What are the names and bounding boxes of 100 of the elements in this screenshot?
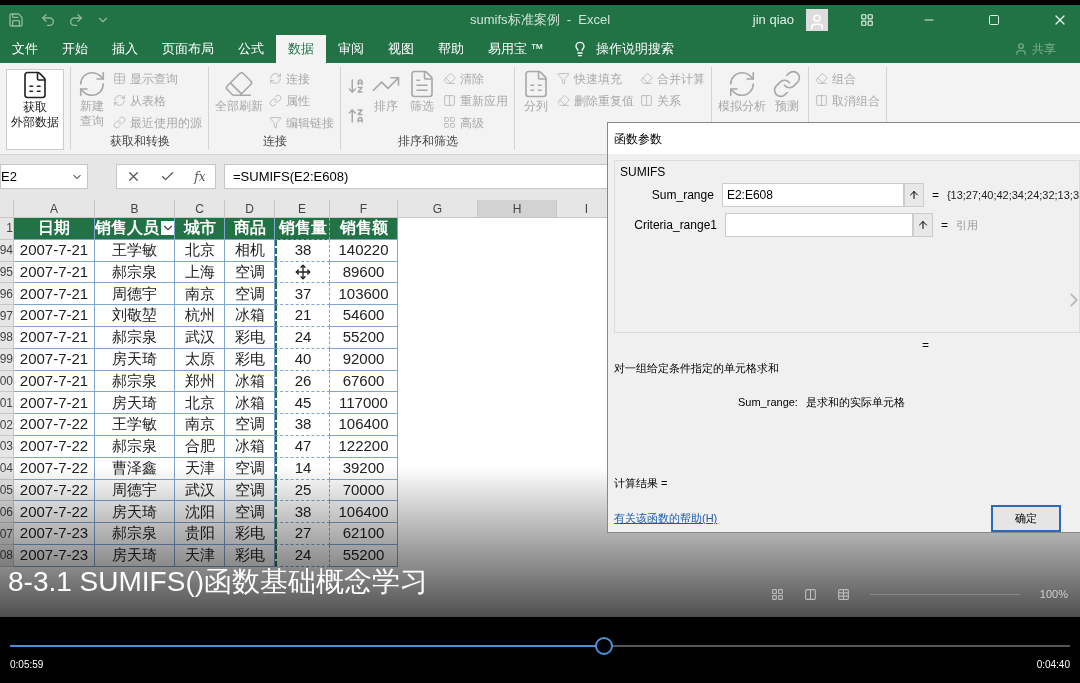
- ribbon-display-icon[interactable]: [860, 13, 874, 27]
- table-cell: 王学敏: [95, 239, 175, 262]
- table-cell: 106400: [330, 501, 398, 524]
- eraser-icon: [815, 72, 828, 85]
- table-cell: 103600: [330, 283, 398, 306]
- undo-icon[interactable]: [40, 12, 56, 28]
- progress-thumb[interactable]: [594, 637, 613, 655]
- row-header[interactable]: 96: [0, 283, 14, 306]
- row-header[interactable]: 03: [0, 435, 14, 458]
- equals-sign: =: [922, 336, 930, 354]
- row-header[interactable]: 06: [0, 501, 14, 524]
- column-header[interactable]: B: [95, 200, 175, 217]
- table-cell: 冰箱: [225, 435, 275, 458]
- row-header[interactable]: 07: [0, 523, 14, 545]
- refresh-icon: [77, 69, 107, 99]
- header-cell: 商品: [225, 218, 275, 240]
- redo-icon[interactable]: [68, 12, 84, 28]
- row-header[interactable]: 97: [0, 305, 14, 327]
- save-icon[interactable]: [8, 12, 24, 28]
- row-header[interactable]: 00: [0, 370, 14, 393]
- columns-icon: [443, 94, 456, 107]
- column-header[interactable]: F: [330, 200, 398, 217]
- row-header[interactable]: 99: [0, 348, 14, 371]
- table-cell: 武汉: [175, 327, 225, 349]
- maximize-icon[interactable]: [988, 14, 1000, 26]
- table-cell: 55200: [330, 544, 398, 567]
- column-header[interactable]: E: [275, 200, 330, 217]
- table-cell: 106400: [330, 414, 398, 436]
- table-cell: 合肥: [175, 435, 225, 458]
- user-name: jin qiao: [752, 11, 794, 30]
- argument-field[interactable]: E2:E608: [721, 183, 905, 207]
- row-header[interactable]: 98: [0, 327, 14, 349]
- argument-help-label: Sum_range:: [738, 395, 798, 410]
- table-cell: 2007-7-21: [14, 283, 95, 306]
- table-cell: 45: [275, 392, 330, 415]
- table-cell: 郑州: [175, 370, 225, 393]
- table-cell: 南京: [175, 414, 225, 436]
- ribbon-tab[interactable]: 插入: [100, 35, 150, 63]
- row-header[interactable]: 02: [0, 414, 14, 436]
- refresh-icon: [113, 94, 126, 107]
- eraser-icon: [443, 72, 456, 85]
- ok-button[interactable]: 确定: [991, 505, 1062, 532]
- collapse-dialog-button[interactable]: [904, 183, 924, 207]
- column-header[interactable]: C: [175, 200, 225, 217]
- argument-label: Criteria_range1: [633, 217, 718, 234]
- ribbon-tab[interactable]: 视图: [376, 35, 426, 63]
- ribbon-button[interactable]: 获取 外部数据: [6, 69, 64, 150]
- header-cell: 城市: [175, 218, 225, 240]
- ribbon-tab[interactable]: 文件: [0, 35, 50, 63]
- table-cell: 郝宗泉: [95, 261, 175, 284]
- argument-field[interactable]: [725, 213, 913, 237]
- ribbon-tab[interactable]: 审阅: [326, 35, 376, 63]
- table-cell: 空调: [225, 457, 275, 480]
- table-cell: 房天琦: [95, 348, 175, 371]
- ribbon-tab[interactable]: 数据: [276, 35, 326, 63]
- table-cell: 2007-7-22: [14, 501, 95, 524]
- insert-function-button[interactable]: fx: [194, 167, 206, 186]
- table-cell: 122200: [330, 435, 398, 458]
- column-header[interactable]: D: [225, 200, 275, 217]
- help-link[interactable]: 有关该函数的帮助(H): [614, 510, 718, 527]
- table-cell: 房天琦: [95, 544, 175, 567]
- page-break-icon[interactable]: [836, 587, 850, 601]
- function-description: 对一组给定条件指定的单元格求和: [614, 360, 780, 376]
- row-header[interactable]: 1: [0, 218, 14, 240]
- table-cell: 2007-7-22: [14, 457, 95, 480]
- collapse-dialog-button[interactable]: [913, 213, 933, 237]
- columns-icon: [815, 94, 828, 107]
- ribbon-tab[interactable]: 公式: [226, 35, 276, 63]
- row-header[interactable]: 01: [0, 392, 14, 415]
- filter-icon: [557, 72, 570, 85]
- row-header[interactable]: 05: [0, 479, 14, 502]
- ribbon-tab[interactable]: 帮助: [426, 35, 476, 63]
- ribbon-tab[interactable]: 开始: [50, 35, 100, 63]
- table-cell: 24: [275, 327, 330, 349]
- tell-me-search[interactable]: 操作说明搜索: [587, 35, 682, 63]
- row-header[interactable]: 04: [0, 457, 14, 480]
- name-box[interactable]: E2: [1, 166, 17, 187]
- table-cell: 55200: [330, 327, 398, 349]
- table-cell: 38: [275, 501, 330, 524]
- ribbon-tab[interactable]: 页面布局: [150, 35, 226, 63]
- table-cell: 沈阳: [175, 501, 225, 524]
- dialog-title: 函数参数: [608, 123, 1080, 154]
- argument-label: Sum_range: [650, 187, 715, 204]
- filter-dropdown-icon[interactable]: [160, 221, 174, 236]
- table-cell: 郝宗泉: [95, 370, 175, 393]
- link-icon: [772, 69, 802, 99]
- table-cell: 相机: [225, 239, 275, 262]
- table-cell: 2007-7-23: [14, 523, 95, 545]
- row-header[interactable]: 95: [0, 261, 14, 284]
- row-header[interactable]: 08: [0, 544, 14, 567]
- ribbon-tab[interactable]: 易用宝 ™: [476, 35, 556, 63]
- column-header[interactable]: H: [478, 200, 557, 217]
- argument-result: 引用: [956, 217, 978, 233]
- normal-view-icon[interactable]: [770, 587, 784, 601]
- row-header[interactable]: 94: [0, 239, 14, 262]
- column-header[interactable]: A: [14, 200, 95, 217]
- table-cell: 117000: [330, 392, 398, 415]
- table-icon: [113, 72, 126, 85]
- eraser-icon: [557, 94, 570, 107]
- page-layout-icon[interactable]: [803, 587, 817, 601]
